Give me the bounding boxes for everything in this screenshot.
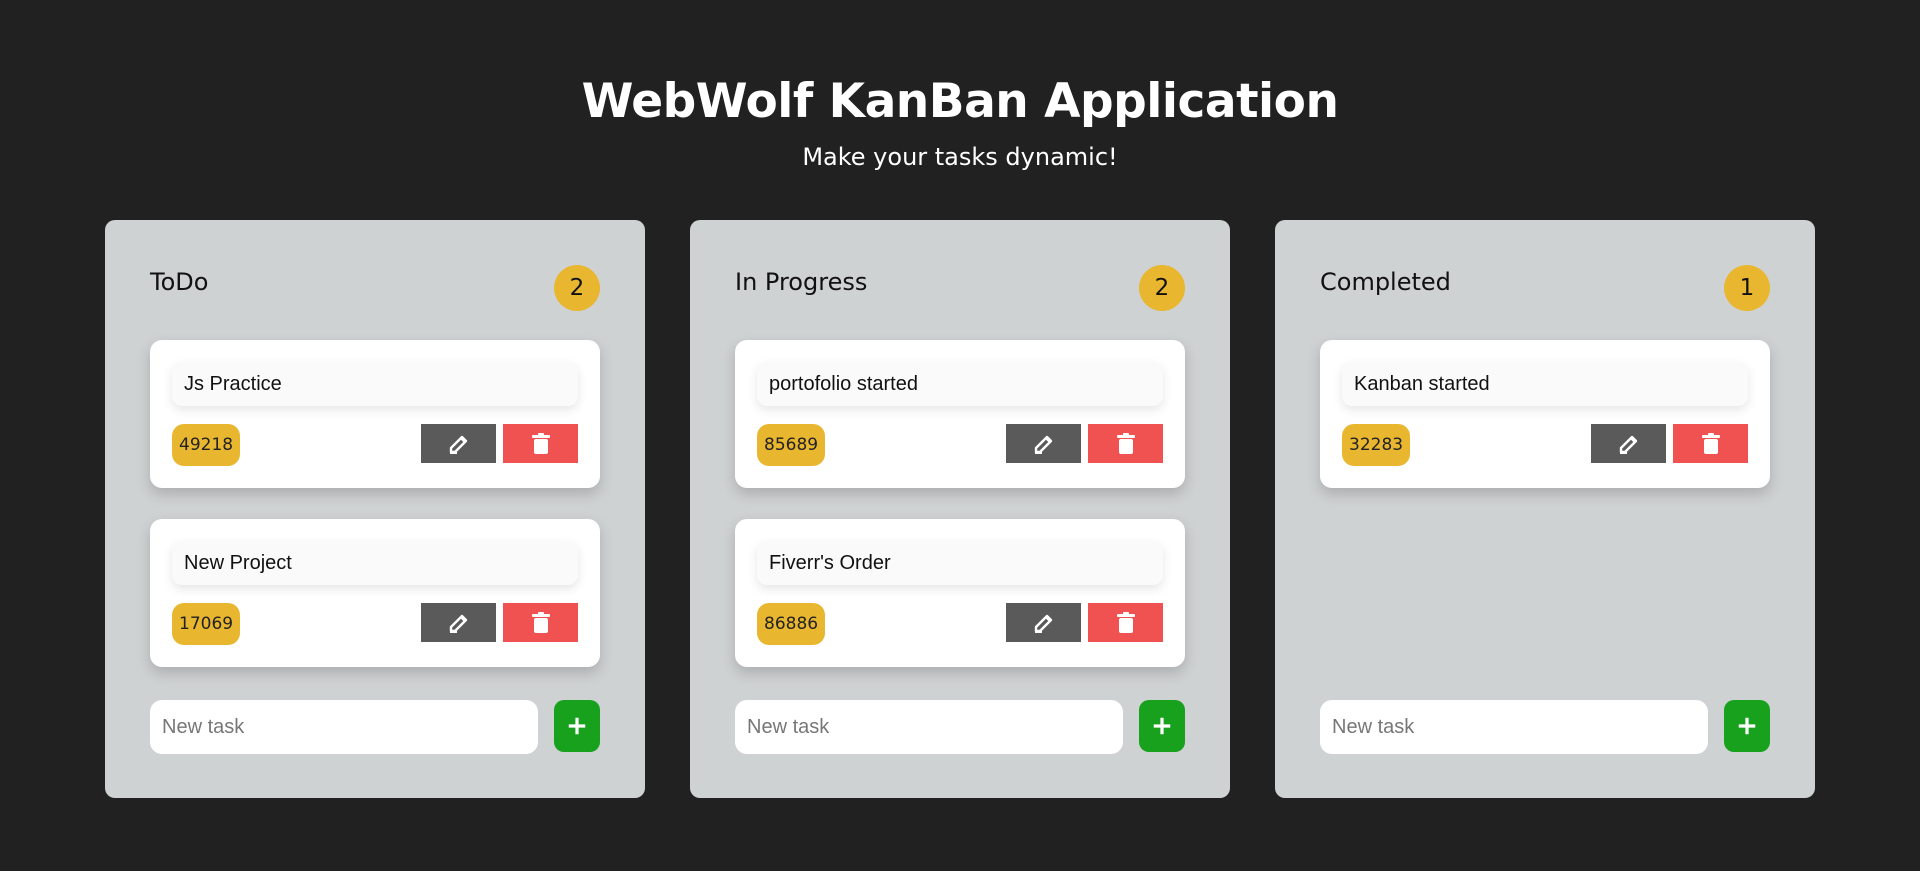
add-task-button[interactable] [1139, 700, 1185, 752]
new-task-input[interactable] [1320, 700, 1708, 754]
plus-icon [568, 717, 586, 735]
page-subtitle: Make your tasks dynamic! [802, 143, 1118, 171]
edit-button[interactable] [421, 424, 496, 463]
edit-icon [449, 614, 467, 633]
edit-icon [1034, 614, 1052, 633]
task-count-badge: 1 [1724, 265, 1770, 311]
edit-button[interactable] [421, 603, 496, 642]
add-task-button[interactable] [1724, 700, 1770, 752]
edit-button[interactable] [1591, 424, 1666, 463]
task-card: portofolio started 85689 [735, 340, 1185, 488]
trash-icon [1116, 432, 1135, 454]
task-card: Fiverr's Order 86886 [735, 519, 1185, 667]
column-title: Completed [1320, 268, 1451, 296]
add-task-button[interactable] [554, 700, 600, 752]
task-card: Js Practice 49218 [150, 340, 600, 488]
plus-icon [1738, 717, 1756, 735]
task-name[interactable]: Kanban started [1342, 362, 1748, 406]
task-count-badge: 2 [554, 265, 600, 311]
kanban-board: ToDo 2 Js Practice 49218 New Project 170… [105, 220, 1815, 798]
task-card: Kanban started 32283 [1320, 340, 1770, 488]
task-id-badge: 85689 [757, 424, 826, 466]
task-id-badge: 86886 [757, 603, 826, 645]
delete-button[interactable] [1088, 603, 1163, 642]
delete-button[interactable] [503, 424, 578, 463]
trash-icon [531, 611, 550, 633]
task-id-badge: 32283 [1342, 424, 1411, 466]
edit-button[interactable] [1006, 424, 1081, 463]
column-in-progress: In Progress 2 portofolio started 85689 F… [690, 220, 1230, 798]
task-id-badge: 49218 [172, 424, 241, 466]
page-header: WebWolf KanBan Application Make your tas… [0, 72, 1920, 173]
task-card: New Project 17069 [150, 519, 600, 667]
task-name[interactable]: Fiverr's Order [757, 541, 1163, 585]
task-id-badge: 17069 [172, 603, 241, 645]
task-name[interactable]: Js Practice [172, 362, 578, 406]
task-name[interactable]: portofolio started [757, 362, 1163, 406]
page-title: WebWolf KanBan Application [581, 74, 1339, 129]
edit-icon [449, 435, 467, 454]
trash-icon [531, 432, 550, 454]
new-task-row [1320, 700, 1770, 754]
new-task-row [150, 700, 600, 754]
trash-icon [1116, 611, 1135, 633]
delete-button[interactable] [1088, 424, 1163, 463]
trash-icon [1701, 432, 1720, 454]
column-todo: ToDo 2 Js Practice 49218 New Project 170… [105, 220, 645, 798]
new-task-row [735, 700, 1185, 754]
task-name[interactable]: New Project [172, 541, 578, 585]
edit-icon [1034, 435, 1052, 454]
column-title: In Progress [735, 268, 868, 296]
edit-icon [1619, 435, 1637, 454]
task-count-badge: 2 [1139, 265, 1185, 311]
delete-button[interactable] [1673, 424, 1748, 463]
delete-button[interactable] [503, 603, 578, 642]
new-task-input[interactable] [735, 700, 1123, 754]
column-title: ToDo [150, 268, 209, 296]
column-completed: Completed 1 Kanban started 32283 [1275, 220, 1815, 798]
plus-icon [1153, 717, 1171, 735]
new-task-input[interactable] [150, 700, 538, 754]
edit-button[interactable] [1006, 603, 1081, 642]
